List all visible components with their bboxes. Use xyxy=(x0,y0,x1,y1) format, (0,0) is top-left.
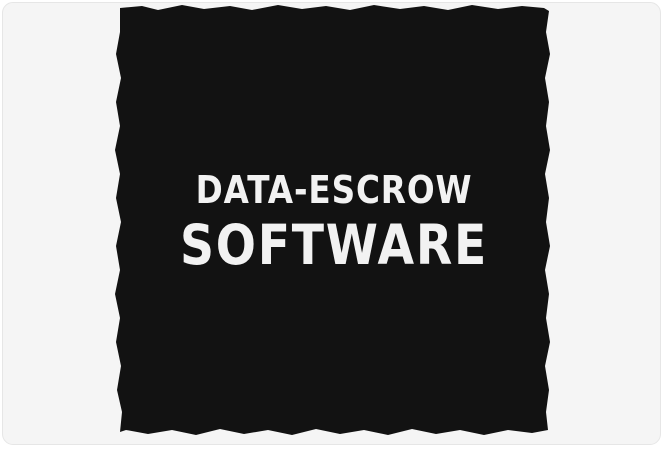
logo-block: DATA-ESCROW SOFTWARE xyxy=(112,2,556,442)
logo-title-line2: SOFTWARE xyxy=(179,213,488,277)
logo-title-line1: DATA-ESCROW xyxy=(195,168,473,212)
